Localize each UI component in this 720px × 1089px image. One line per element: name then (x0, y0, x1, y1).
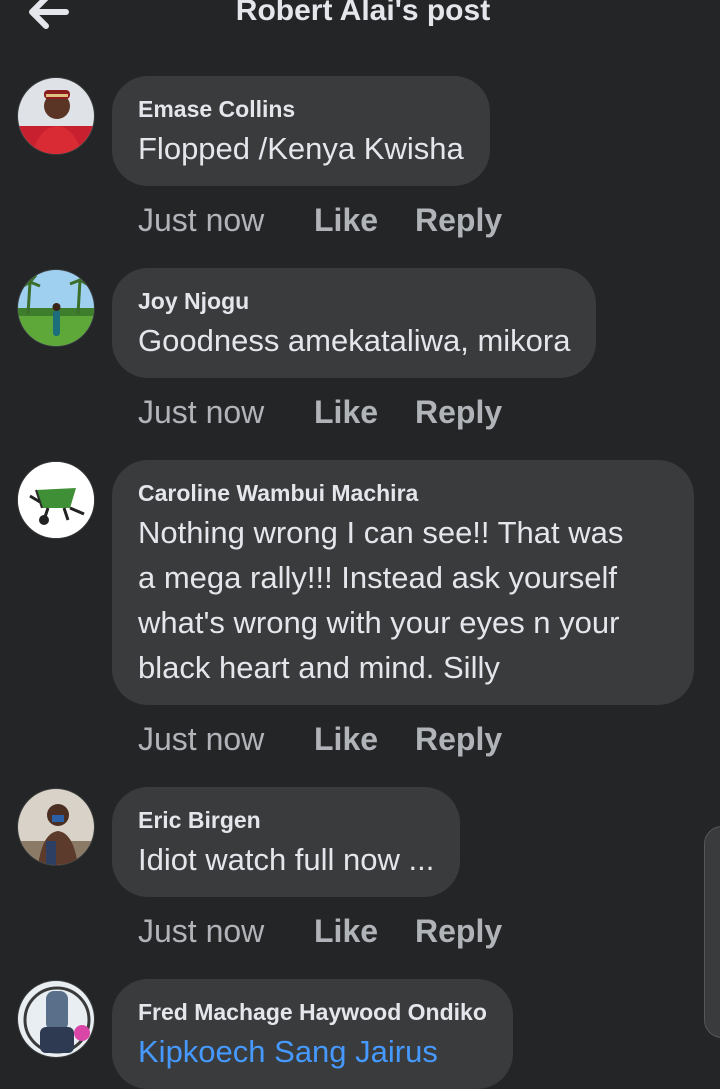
reply-button[interactable]: Reply (415, 721, 502, 758)
comment-text: Nothing wrong I can see!! That was a meg… (138, 510, 668, 690)
comment-actions: Just now Like Reply (138, 913, 502, 950)
comment-bubble[interactable]: Eric Birgen Idiot watch full now ... (112, 787, 461, 897)
avatar[interactable] (17, 788, 95, 866)
reply-button[interactable]: Reply (415, 394, 502, 431)
comment-actions: Just now Like Reply (138, 721, 502, 758)
like-button[interactable]: Like (314, 202, 415, 239)
comment-bubble[interactable]: Caroline Wambui Machira Nothing wrong I … (112, 460, 694, 705)
page-title: Robert Alai's post (235, 0, 491, 27)
comment-time[interactable]: Just now (138, 913, 314, 950)
comment-text-line: what's wrong with your eyes n your (138, 605, 620, 640)
comment-author[interactable]: Emase Collins (138, 94, 464, 124)
like-button[interactable]: Like (314, 913, 415, 950)
comment-author[interactable]: Caroline Wambui Machira (138, 478, 668, 508)
avatar[interactable] (17, 269, 95, 347)
comment-bubble[interactable]: Emase Collins Flopped /Kenya Kwisha (112, 76, 490, 186)
comment-actions: Just now Like Reply (138, 394, 502, 431)
comment-time[interactable]: Just now (138, 721, 314, 758)
comment-text: Idiot watch full now ... (138, 842, 435, 877)
mention-link[interactable]: Kipkoech Sang Jairus (138, 1029, 487, 1074)
avatar[interactable] (17, 980, 95, 1058)
comment-actions: Just now Like Reply (138, 202, 502, 239)
scroll-handle[interactable] (704, 826, 720, 1038)
comment-text-line: Nothing wrong I can see!! That was (138, 515, 624, 550)
comment-text-line: a mega rally!!! Instead ask yourself (138, 560, 618, 595)
avatar[interactable] (17, 77, 95, 155)
comment-text: Goodness amekataliwa, mikora (138, 323, 571, 358)
comment-text-line: black heart and mind. Silly (138, 650, 500, 685)
comment-text: Flopped /Kenya Kwisha (138, 131, 464, 166)
top-bar: Robert Alai's post (0, 0, 720, 40)
comment-bubble[interactable]: Joy Njogu Goodness amekataliwa, mikora (112, 268, 597, 378)
comment-time[interactable]: Just now (138, 394, 314, 431)
comment-author[interactable]: Eric Birgen (138, 805, 434, 835)
comment-bubble[interactable]: Fred Machage Haywood Ondiko Kipkoech San… (112, 979, 513, 1089)
reply-button[interactable]: Reply (415, 202, 502, 239)
avatar[interactable] (17, 461, 95, 539)
reply-button[interactable]: Reply (415, 913, 502, 950)
like-button[interactable]: Like (314, 394, 415, 431)
comment-time[interactable]: Just now (138, 202, 314, 239)
like-button[interactable]: Like (314, 721, 415, 758)
comment-author[interactable]: Joy Njogu (138, 286, 570, 316)
comment-author[interactable]: Fred Machage Haywood Ondiko (138, 997, 487, 1027)
